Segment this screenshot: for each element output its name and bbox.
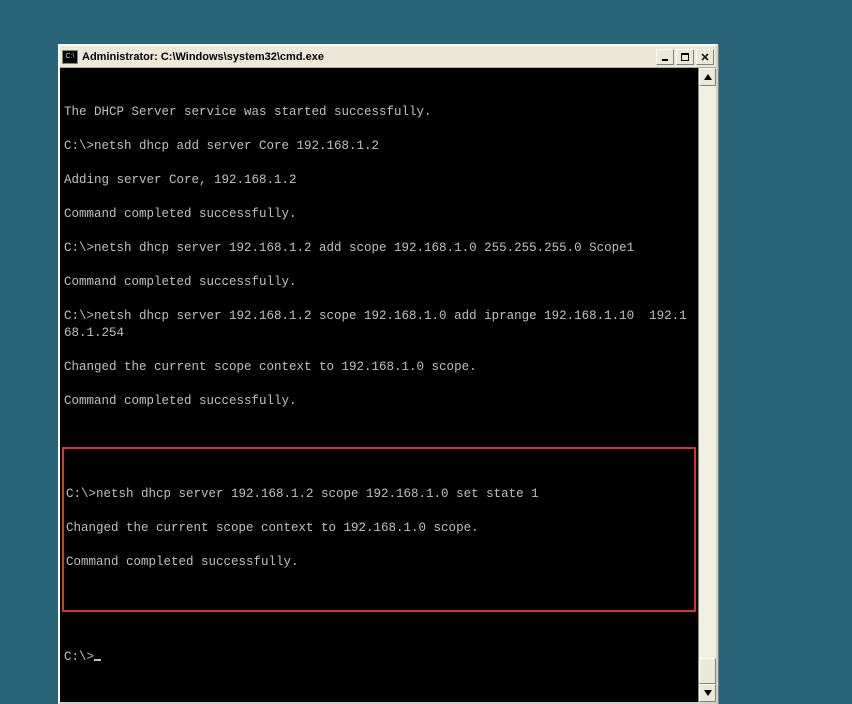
prompt-line[interactable]: C:\> [64, 649, 694, 666]
vertical-scrollbar[interactable] [698, 68, 716, 702]
console-line [64, 257, 694, 274]
scroll-up-button[interactable] [699, 68, 716, 86]
console-line [66, 537, 692, 554]
prompt: C:\> [64, 650, 94, 664]
console-line: The DHCP Server service was started succ… [64, 104, 694, 121]
console-line [64, 376, 694, 393]
annotation-highlight: C:\>netsh dhcp server 192.168.1.2 scope … [62, 447, 696, 612]
cursor-icon [94, 659, 101, 661]
console-line [64, 291, 694, 308]
console-line [64, 223, 694, 240]
scroll-track[interactable] [699, 86, 716, 684]
console-line: Command completed successfully. [64, 206, 694, 223]
maximize-button[interactable] [676, 49, 694, 65]
console-line: C:\>netsh dhcp server 192.168.1.2 add sc… [64, 240, 694, 257]
titlebar[interactable]: C:\ Administrator: C:\Windows\system32\c… [60, 46, 716, 68]
cmd-window: C:\ Administrator: C:\Windows\system32\c… [58, 44, 718, 704]
minimize-button[interactable] [656, 49, 674, 65]
cmd-icon: C:\ [62, 50, 78, 64]
console-line: C:\>netsh dhcp add server Core 192.168.1… [64, 138, 694, 155]
console-line: Changed the current scope context to 192… [64, 359, 694, 376]
window-controls [656, 49, 714, 65]
close-button[interactable] [696, 49, 714, 65]
console-line [66, 503, 692, 520]
console-line: Command completed successfully. [64, 393, 694, 410]
window-title: Administrator: C:\Windows\system32\cmd.e… [82, 51, 656, 63]
scroll-down-button[interactable] [699, 684, 716, 702]
console-line: Command completed successfully. [66, 554, 692, 571]
console-line [64, 155, 694, 172]
console-line [64, 342, 694, 359]
scroll-thumb[interactable] [699, 658, 716, 684]
console-body: The DHCP Server service was started succ… [60, 68, 716, 702]
console-output[interactable]: The DHCP Server service was started succ… [60, 68, 698, 702]
console-line [64, 189, 694, 206]
console-line: C:\>netsh dhcp server 192.168.1.2 scope … [66, 486, 692, 503]
console-line: Command completed successfully. [64, 274, 694, 291]
console-line: Adding server Core, 192.168.1.2 [64, 172, 694, 189]
console-line [64, 121, 694, 138]
console-line: C:\>netsh dhcp server 192.168.1.2 scope … [64, 308, 694, 342]
